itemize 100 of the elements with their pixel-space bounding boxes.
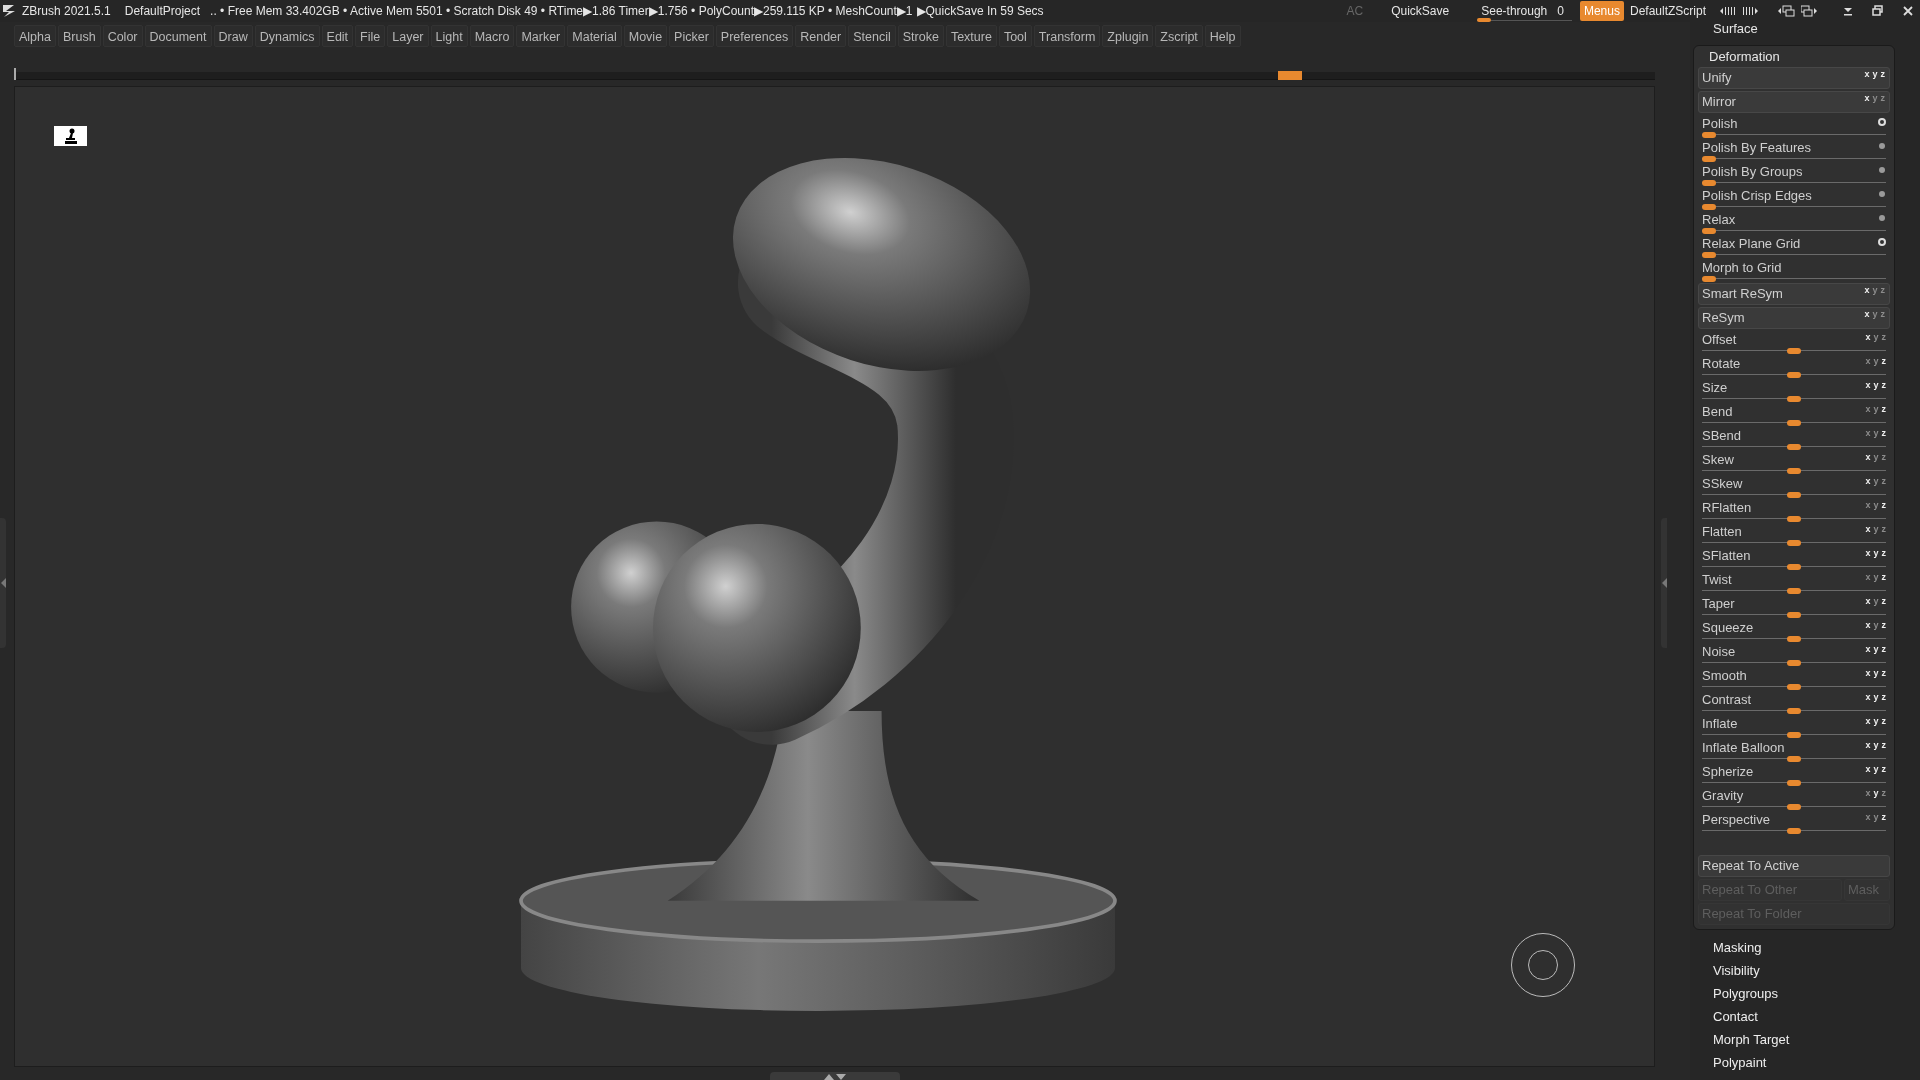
axis-toggle[interactable]: y — [1873, 524, 1879, 534]
deformation-slider[interactable]: Polish By Features — [1698, 139, 1890, 163]
subpanel-header[interactable]: Deformation — [1698, 46, 1890, 67]
menu-item[interactable]: Zscript — [1155, 25, 1203, 47]
deformation-slider[interactable]: Relax Plane Grid — [1698, 235, 1890, 259]
axis-toggle[interactable]: z — [1881, 716, 1886, 726]
slider-thumb[interactable] — [1702, 252, 1716, 258]
menu-item[interactable]: Transform — [1033, 25, 1101, 47]
axis-toggle[interactable]: z — [1881, 668, 1886, 678]
menu-item[interactable]: Edit — [321, 25, 354, 47]
deformation-slider[interactable]: Morph to Grid — [1698, 259, 1890, 283]
panel-item[interactable]: Contact — [1693, 1005, 1758, 1028]
axis-toggle[interactable]: z — [1881, 380, 1886, 390]
deformation-button[interactable]: Unify x y z — [1698, 67, 1890, 89]
axis-toggle[interactable]: y — [1873, 404, 1879, 414]
menu-item[interactable]: Layer — [387, 25, 429, 47]
menu-item[interactable]: Alpha — [14, 25, 56, 47]
axis-toggle[interactable]: x — [1865, 716, 1871, 726]
axis-toggle[interactable]: z — [1881, 764, 1886, 774]
axis-toggle[interactable]: x — [1865, 740, 1871, 750]
menu-item[interactable]: Help — [1204, 25, 1241, 47]
deformation-slider[interactable]: SBend x y z — [1698, 427, 1890, 451]
axis-toggle[interactable]: z — [1881, 740, 1886, 750]
axis-toggle[interactable]: x — [1865, 572, 1871, 582]
deformation-slider[interactable]: Squeeze x y z — [1698, 619, 1890, 643]
figure-icon[interactable] — [54, 126, 87, 146]
panel-item[interactable]: Masking — [1693, 936, 1762, 959]
slider-thumb[interactable] — [1787, 444, 1801, 450]
axis-toggle[interactable]: y — [1873, 788, 1879, 798]
axis-toggle[interactable]: x — [1865, 476, 1871, 486]
menu-item[interactable]: Macro — [469, 25, 515, 47]
slider-thumb[interactable] — [1787, 636, 1801, 642]
deformation-slider[interactable]: Perspective x y z — [1698, 811, 1890, 835]
axis-toggle[interactable]: z — [1881, 812, 1886, 822]
deformation-slider[interactable]: Smooth x y z — [1698, 667, 1890, 691]
menu-item[interactable]: Color — [102, 25, 143, 47]
slider-thumb[interactable] — [1787, 708, 1801, 714]
axis-toggle[interactable]: x — [1865, 644, 1871, 654]
axis-toggle[interactable]: x — [1865, 788, 1871, 798]
slider-thumb[interactable] — [1787, 564, 1801, 570]
axis-toggle[interactable]: y — [1873, 548, 1879, 558]
slider-thumb[interactable] — [1702, 228, 1716, 234]
menu-item[interactable]: Movie — [623, 25, 668, 47]
slider-thumb[interactable] — [1787, 732, 1801, 738]
action-button[interactable]: Repeat To Active — [1698, 855, 1890, 877]
menu-item[interactable]: File — [355, 25, 386, 47]
axis-toggle[interactable]: y — [1873, 356, 1879, 366]
axis-toggle[interactable]: z — [1881, 620, 1886, 630]
close-icon[interactable] — [1902, 5, 1914, 17]
menu-item[interactable]: Stroke — [897, 25, 944, 47]
menu-item[interactable]: Texture — [945, 25, 997, 47]
axis-toggle[interactable]: z — [1881, 452, 1886, 462]
menu-item[interactable]: Document — [144, 25, 212, 47]
deformation-slider[interactable]: Inflate Balloon x y z — [1698, 739, 1890, 763]
timeline-marker[interactable] — [1277, 71, 1302, 80]
deformation-slider[interactable]: Relax — [1698, 211, 1890, 235]
panel-item[interactable]: Visibility — [1693, 959, 1760, 982]
axis-toggle[interactable]: y — [1873, 428, 1879, 438]
deformation-slider[interactable]: Spherize x y z — [1698, 763, 1890, 787]
slider-thumb[interactable] — [1787, 540, 1801, 546]
slider-thumb[interactable] — [1787, 516, 1801, 522]
deformation-slider[interactable]: Size x y z — [1698, 379, 1890, 403]
deformation-slider[interactable]: SFlatten x y z — [1698, 547, 1890, 571]
axis-toggle[interactable]: y — [1873, 332, 1879, 342]
axis-toggle[interactable]: z — [1881, 572, 1886, 582]
deformation-slider[interactable]: RFlatten x y z — [1698, 499, 1890, 523]
deformation-button[interactable]: Smart ReSym x y z — [1698, 283, 1890, 305]
axis-toggle[interactable]: z — [1881, 476, 1886, 486]
zigzag-logo-icon[interactable] — [2, 3, 16, 19]
toggle-ring-icon[interactable] — [1878, 118, 1886, 126]
slider-thumb[interactable] — [1787, 684, 1801, 690]
menu-item[interactable]: Tool — [998, 25, 1032, 47]
menu-item[interactable]: Picker — [669, 25, 714, 47]
toggle-ring-icon[interactable] — [1878, 238, 1886, 246]
axis-toggle[interactable]: y — [1873, 380, 1879, 390]
slider-thumb[interactable] — [1702, 180, 1716, 186]
menu-item[interactable]: Stencil — [848, 25, 896, 47]
axis-toggle[interactable]: x — [1864, 309, 1870, 319]
deformation-slider[interactable]: Polish By Groups — [1698, 163, 1890, 187]
axis-toggle[interactable]: x — [1865, 548, 1871, 558]
axis-toggle[interactable]: x — [1865, 668, 1871, 678]
deformation-slider[interactable]: Gravity x y z — [1698, 787, 1890, 811]
menu-item[interactable]: Zplugin — [1102, 25, 1154, 47]
axis-toggle[interactable]: z — [1881, 524, 1886, 534]
axis-toggle[interactable]: z — [1881, 404, 1886, 414]
axis-toggle[interactable]: y — [1873, 500, 1879, 510]
slider-thumb[interactable] — [1787, 660, 1801, 666]
axis-toggle[interactable]: y — [1873, 812, 1879, 822]
left-panel-handle[interactable] — [0, 518, 6, 648]
deformation-slider[interactable]: Bend x y z — [1698, 403, 1890, 427]
axis-toggle[interactable]: x — [1865, 500, 1871, 510]
deformation-button[interactable]: ReSym x y z — [1698, 307, 1890, 329]
deformation-slider[interactable]: SSkew x y z — [1698, 475, 1890, 499]
axis-toggle[interactable]: y — [1873, 596, 1879, 606]
axis-toggle[interactable]: x — [1865, 764, 1871, 774]
slider-thumb[interactable] — [1477, 18, 1492, 22]
axis-toggle[interactable]: y — [1873, 668, 1879, 678]
axis-toggle[interactable]: x — [1865, 692, 1871, 702]
windows-icon[interactable] — [1801, 5, 1818, 17]
menu-item[interactable]: Light — [430, 25, 468, 47]
